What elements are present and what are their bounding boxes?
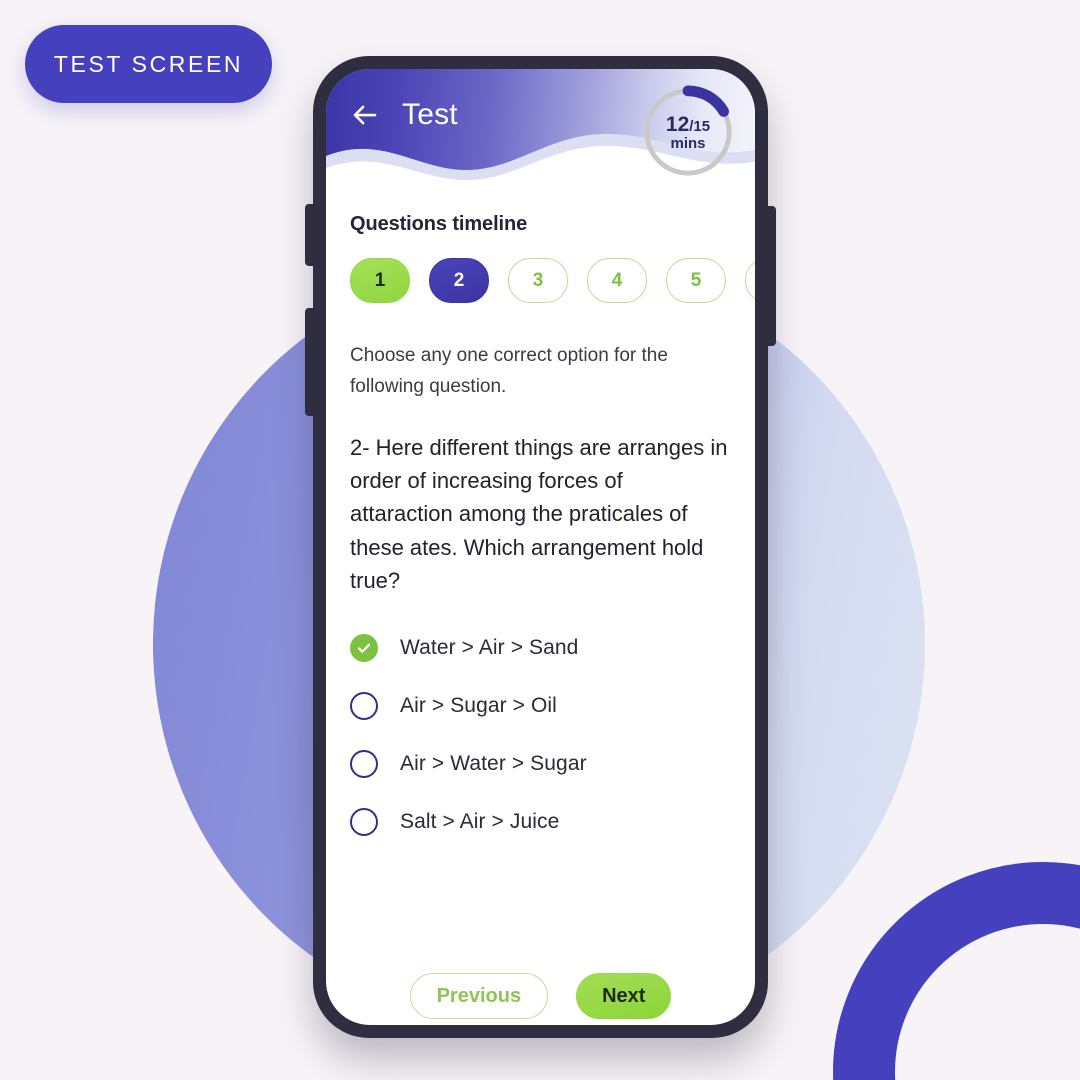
screen-content: Questions timeline 1 2 3 4 5 6 Choose an… xyxy=(326,213,755,1025)
timeline-pill-6[interactable]: 6 xyxy=(745,258,755,303)
instruction-text: Choose any one correct option for the fo… xyxy=(350,345,668,397)
app-header: Test 12/15 mins xyxy=(326,69,755,187)
radio-circle-icon[interactable] xyxy=(350,749,378,778)
radio-circle-icon[interactable] xyxy=(350,691,378,720)
timeline-pill-label: 3 xyxy=(532,269,544,291)
timer-progress-ring: 12/15 mins xyxy=(639,83,737,181)
timeline-pill-5[interactable]: 5 xyxy=(666,258,726,303)
volume-up-button[interactable] xyxy=(305,204,315,266)
phone-mockup: Test 12/15 mins Questions timeline 1 2 3… xyxy=(305,56,776,1038)
phone-screen: Test 12/15 mins Questions timeline 1 2 3… xyxy=(326,69,755,1025)
timer-value-row: 12/15 xyxy=(666,114,710,135)
check-circle-icon[interactable] xyxy=(350,633,378,662)
test-screen-badge: TEST SCREEN xyxy=(25,25,272,103)
timeline-pill-label: 5 xyxy=(690,269,702,291)
timer-elapsed: 12 xyxy=(665,112,690,136)
answer-option-4[interactable]: Salt > Air > Juice xyxy=(350,807,731,836)
previous-button[interactable]: Previous xyxy=(409,973,549,1019)
questions-timeline[interactable]: 1 2 3 4 5 6 xyxy=(326,258,755,303)
timer-unit-label: mins xyxy=(670,134,706,152)
question-text: 2- Here different things are arranges in… xyxy=(350,434,728,594)
check-mark-icon xyxy=(357,643,371,653)
timeline-pill-4[interactable]: 4 xyxy=(587,258,647,303)
timeline-pill-label: 2 xyxy=(453,269,465,291)
page-title: Test xyxy=(402,98,458,131)
questions-timeline-heading: Questions timeline xyxy=(350,213,528,235)
question-navigation: Previous Next xyxy=(326,973,755,1019)
timeline-pill-1[interactable]: 1 xyxy=(350,258,410,303)
power-button[interactable] xyxy=(766,206,776,346)
volume-down-button[interactable] xyxy=(305,308,315,416)
timer-readout: 12/15 mins xyxy=(639,83,737,181)
previous-button-label: Previous xyxy=(436,984,522,1007)
background-ring-arc-stroke xyxy=(833,862,1080,1080)
answer-option-3[interactable]: Air > Water > Sugar xyxy=(350,749,731,778)
timeline-pill-3[interactable]: 3 xyxy=(508,258,568,303)
next-button-label: Next xyxy=(602,984,646,1007)
answer-option-1[interactable]: Water > Air > Sand xyxy=(350,633,731,662)
answer-option-label: Air > Water > Sugar xyxy=(400,751,587,775)
answer-option-label: Water > Air > Sand xyxy=(400,635,579,659)
answer-options-list: Water > Air > Sand Air > Sugar > Oil Air… xyxy=(326,633,755,836)
arrow-left-icon[interactable] xyxy=(350,100,380,130)
timeline-pill-2[interactable]: 2 xyxy=(429,258,489,303)
answer-option-label: Salt > Air > Juice xyxy=(400,809,560,833)
radio-circle-icon[interactable] xyxy=(350,807,378,836)
test-screen-badge-label: TEST SCREEN xyxy=(53,50,244,77)
timer-total: /15 xyxy=(689,117,711,135)
timeline-pill-label: 4 xyxy=(611,269,623,291)
background-ring-arc xyxy=(833,862,1080,1080)
answer-option-label: Air > Sugar > Oil xyxy=(400,693,557,717)
timeline-pill-label: 1 xyxy=(374,269,386,291)
next-button[interactable]: Next xyxy=(576,973,672,1019)
answer-option-2[interactable]: Air > Sugar > Oil xyxy=(350,691,731,720)
